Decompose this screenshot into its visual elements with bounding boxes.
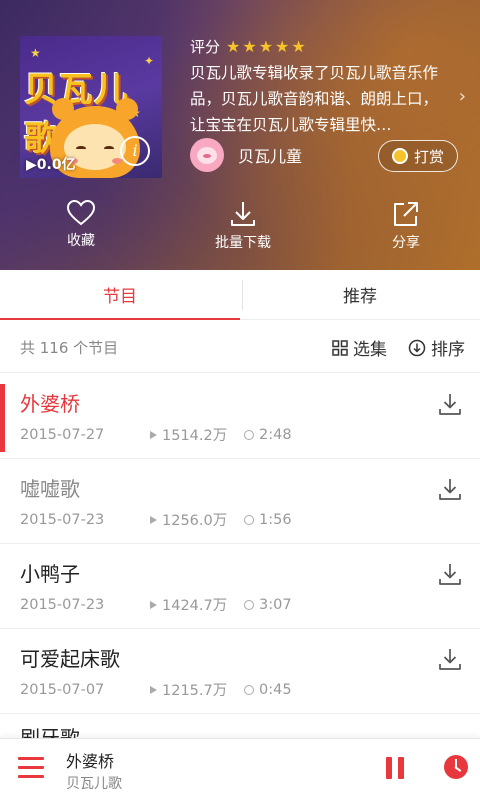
track-meta: 2015-07-27 1514.2万 2:48 [20, 424, 292, 445]
play-count-icon [150, 685, 157, 694]
batch-download-button[interactable]: 批量下载 [193, 200, 293, 252]
track-meta: 2015-07-23 1256.0万 1:56 [20, 509, 292, 530]
share-icon [394, 202, 418, 226]
clock-icon [244, 429, 254, 440]
play-count: ▶0.0亿 [26, 154, 76, 174]
tip-label: 打赏 [413, 147, 444, 166]
track-duration: 0:45 [259, 681, 292, 698]
star-decoration: ★ [30, 46, 41, 60]
timer-icon[interactable] [444, 755, 468, 779]
album-actions: 收藏 批量下载 分享 [0, 200, 480, 260]
now-playing-title[interactable]: 外婆桥 [66, 748, 114, 772]
rating-stars-icon: ★★★★★ [226, 37, 308, 56]
track-date: 2015-07-27 [20, 426, 105, 443]
track-plays: 1215.7万 [162, 683, 228, 699]
track-duration: 2:48 [259, 426, 292, 443]
list-item[interactable]: 外婆桥 2015-07-27 1514.2万 2:48 [0, 374, 480, 459]
favorite-button[interactable]: 收藏 [31, 200, 131, 250]
share-label: 分享 [392, 235, 420, 251]
rating-label: 评分 [190, 38, 221, 56]
select-label: 选集 [353, 340, 387, 360]
play-count-icon [150, 430, 157, 439]
list-item[interactable]: 可爱起床歌 2015-07-07 1215.7万 0:45 [0, 629, 480, 714]
sort-button[interactable]: 排序 [408, 335, 465, 360]
rating: 评分 ★★★★★ [190, 36, 308, 57]
play-count-icon [150, 600, 157, 609]
tip-button[interactable]: 打赏 [378, 140, 458, 172]
tab-programs[interactable]: 节目 [0, 270, 240, 320]
list-item[interactable]: 嘘嘘歌 2015-07-23 1256.0万 1:56 [0, 459, 480, 544]
download-icon[interactable] [438, 647, 462, 671]
author-info[interactable]: 贝瓦儿童 [190, 138, 302, 172]
track-date: 2015-07-23 [20, 596, 105, 613]
play-count-value: 0.0亿 [36, 157, 76, 173]
track-title: 小鸭子 [20, 562, 80, 586]
track-title: 外婆桥 [20, 392, 80, 416]
info-icon[interactable]: i [120, 136, 150, 166]
track-duration: 3:07 [259, 596, 292, 613]
program-count: 共 116 个节目 [20, 339, 119, 357]
track-plays: 1424.7万 [162, 598, 228, 614]
album-cover[interactable]: ★ ★ ✦ ✦ 贝瓦儿歌 ▶0.0亿 i [20, 36, 162, 178]
track-title: 嘘嘘歌 [20, 477, 80, 501]
tab-bar: 节目 推荐 [0, 270, 480, 320]
playlist-menu-icon[interactable] [18, 757, 44, 779]
track-duration: 1:56 [259, 511, 292, 528]
track-meta: 2015-07-23 1424.7万 3:07 [20, 594, 292, 615]
heart-icon [67, 200, 95, 226]
clock-icon [244, 684, 254, 695]
favorite-label: 收藏 [67, 233, 95, 249]
batch-download-label: 批量下载 [215, 235, 271, 251]
clock-icon [244, 514, 254, 525]
select-episodes-button[interactable]: 选集 [332, 335, 387, 360]
author-avatar [190, 138, 224, 172]
clock-icon [244, 599, 254, 610]
list-item[interactable]: 小鸭子 2015-07-23 1424.7万 3:07 [0, 544, 480, 629]
track-plays: 1514.2万 [162, 428, 228, 444]
chevron-right-icon[interactable]: › [459, 86, 466, 107]
album-description[interactable]: 贝瓦儿歌专辑收录了贝瓦儿歌音乐作品，贝瓦儿歌音韵和谐、朗朗上口，让宝宝在贝瓦儿歌… [190, 60, 440, 138]
list-toolbar: 共 116 个节目 选集 排序 [0, 321, 480, 373]
album-header: ★ ★ ✦ ✦ 贝瓦儿歌 ▶0.0亿 i 评分 ★★★★★ 贝瓦儿歌专辑收录了贝… [0, 0, 480, 270]
tab-divider [242, 280, 243, 310]
grid-icon [332, 339, 348, 356]
track-meta: 2015-07-07 1215.7万 0:45 [20, 679, 292, 700]
track-plays: 1256.0万 [162, 513, 228, 529]
author-name: 贝瓦儿童 [238, 147, 303, 166]
track-date: 2015-07-07 [20, 681, 105, 698]
now-playing-artist: 贝瓦儿歌 [66, 776, 122, 792]
sort-label: 排序 [431, 340, 465, 360]
list-item-partial[interactable]: 刷牙歌 [20, 722, 80, 738]
download-icon[interactable] [438, 477, 462, 501]
share-button[interactable]: 分享 [356, 200, 456, 252]
tab-recommend[interactable]: 推荐 [240, 270, 480, 319]
play-count-icon [150, 515, 157, 524]
sort-icon [408, 339, 426, 356]
mini-player: 外婆桥 贝瓦儿歌 [0, 738, 480, 800]
download-icon [231, 202, 255, 226]
track-title: 可爱起床歌 [20, 647, 120, 671]
download-icon[interactable] [438, 392, 462, 416]
coin-icon [391, 148, 408, 164]
download-icon[interactable] [438, 562, 462, 586]
play-icon: ▶ [26, 157, 37, 173]
track-date: 2015-07-23 [20, 511, 105, 528]
pause-icon[interactable] [386, 757, 406, 779]
